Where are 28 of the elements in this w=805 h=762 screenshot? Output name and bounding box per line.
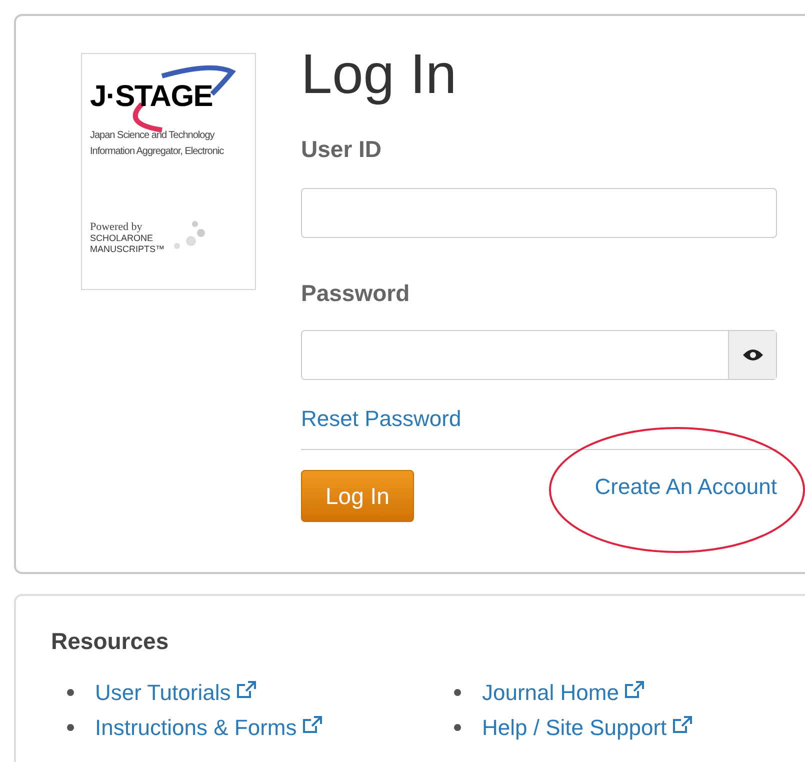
field-label: Password	[301, 278, 411, 308]
resources-title: Resources	[51, 627, 170, 656]
resource-link[interactable]: Instructions & Forms	[95, 710, 297, 744]
external-link-icon	[622, 680, 645, 700]
logo-tagline: Japan Science and Technology	[90, 129, 216, 143]
resource-link[interactable]: Help / Site Support	[482, 710, 667, 744]
vendor-name: MANUSCRIPTS™	[90, 244, 165, 255]
user-id-field[interactable]	[301, 188, 777, 238]
field-label: User ID	[301, 135, 383, 164]
resource-link[interactable]: User Tutorials	[95, 676, 231, 708]
eye-icon	[742, 348, 764, 362]
bullet-icon	[67, 724, 74, 730]
external-link-icon	[234, 680, 257, 700]
brand-name: J·STAGE	[90, 82, 214, 112]
password-field[interactable]	[301, 330, 777, 380]
powered-by: Powered by	[90, 222, 144, 233]
bullet-icon	[454, 688, 461, 696]
external-link-icon	[300, 715, 323, 735]
create-account-link[interactable]: Create An Account	[594, 470, 777, 502]
resource-link[interactable]: Journal Home	[482, 676, 619, 708]
bullet-icon	[67, 688, 74, 696]
show-password-button[interactable]	[728, 331, 776, 379]
logo-tagline: Information Aggregator, Electronic	[90, 145, 225, 159]
vendor-name: SCHOLARONE	[90, 233, 154, 244]
external-link-icon	[670, 715, 693, 735]
login-button[interactable]: Log In	[301, 470, 414, 522]
reset-password-link[interactable]: Reset Password	[301, 402, 777, 435]
bullet-icon	[454, 724, 461, 730]
